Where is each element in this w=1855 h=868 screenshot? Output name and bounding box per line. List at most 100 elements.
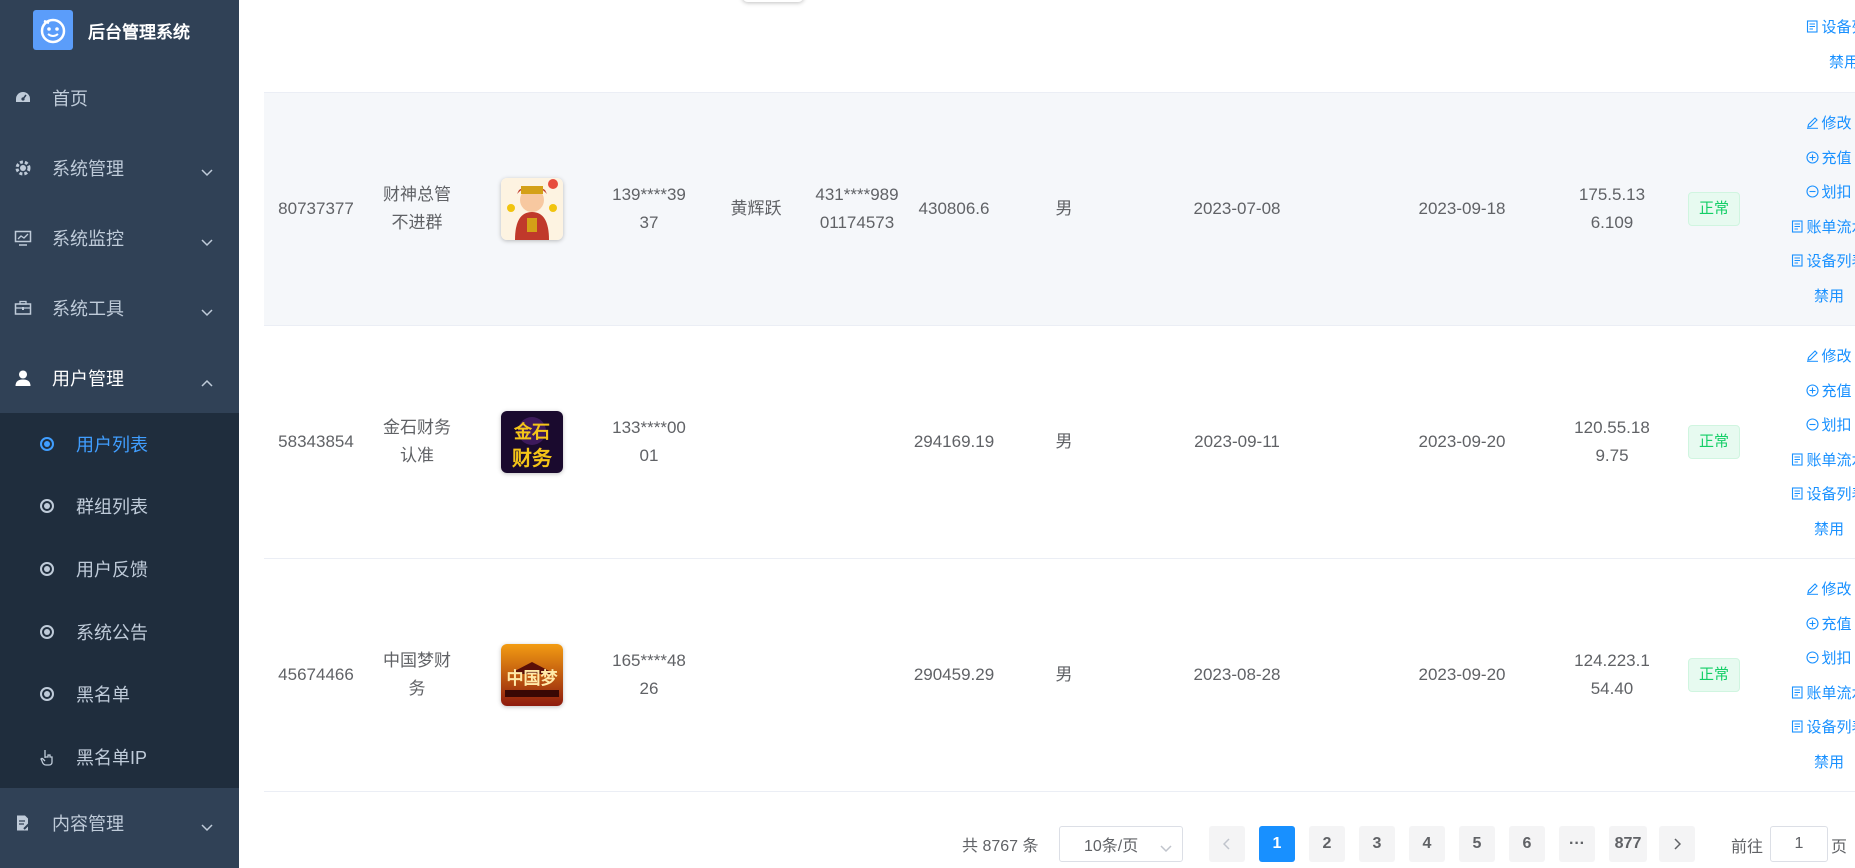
status-cell: 正常 [1669, 326, 1759, 558]
avatar [742, 0, 804, 2]
page-button-2[interactable]: 2 [1309, 826, 1345, 862]
recharge-link[interactable]: 充值 [1806, 140, 1852, 175]
menu-item-home[interactable]: 首页 [0, 63, 239, 133]
chevron-down-icon [201, 816, 213, 837]
bill-flow-link[interactable]: 账单流水 [1791, 675, 1855, 710]
balance: 294169.19 [913, 432, 995, 451]
menu-label: 首页 [52, 89, 88, 109]
page-size-select[interactable]: 10条/页 [1059, 826, 1183, 862]
row-actions: 修改 充值 划扣 账单流水 设备列表 禁用 [1774, 559, 1855, 791]
status-cell: 正常 [1669, 93, 1759, 325]
sidebar-item-blacklist[interactable]: 黑名单 [0, 663, 239, 725]
menu-item-tools[interactable]: 系统工具 [0, 273, 239, 343]
sidebar-item-user-list[interactable]: 用户列表 [0, 413, 239, 475]
document-icon [1792, 453, 1804, 466]
device-list-link[interactable]: 设备列表 [1791, 244, 1855, 279]
radio-dot-icon [40, 562, 54, 576]
sidebar-item-feedback[interactable]: 用户反馈 [0, 538, 239, 600]
recharge-link[interactable]: 充值 [1806, 606, 1852, 641]
avatar[interactable] [501, 178, 563, 240]
document-icon [1792, 720, 1804, 733]
disable-link[interactable]: 禁用 [1814, 278, 1844, 313]
register-date: 2023-09-11 [1194, 432, 1280, 451]
device-list-link[interactable]: 设备列表 [1791, 477, 1855, 512]
goto-page-input[interactable] [1770, 826, 1828, 862]
disable-link[interactable]: 禁用 [1829, 44, 1855, 79]
menu-item-monitor[interactable]: 系统监控 [0, 203, 239, 273]
row-actions: 修改 充值 划扣 账单流水 设备列表 禁用 [1774, 326, 1855, 558]
chevron-up-icon [201, 371, 213, 392]
last-login-date: 2023-09-20 [1418, 665, 1506, 684]
page-button-3[interactable]: 3 [1359, 826, 1395, 862]
logo-icon [33, 10, 73, 50]
deduct-link[interactable]: 划扣 [1806, 407, 1852, 442]
circle-minus-icon [1806, 418, 1820, 431]
row-actions: 修改 充值 划扣 账单流水 设备列表 禁用 [1774, 93, 1855, 325]
table-row: 58343854 金石财务认准 金石 财务 133****0001 294169… [264, 326, 1855, 559]
svg-text:金石: 金石 [513, 421, 550, 443]
user-id: 45674466 [278, 665, 354, 684]
prev-page-button[interactable] [1209, 826, 1245, 862]
document-icon [1792, 220, 1804, 233]
deduct-link[interactable]: 划扣 [1806, 174, 1852, 209]
nickname: 财神总管不进群 [383, 185, 451, 232]
sidebar-item-label: 黑名单 [76, 685, 130, 705]
menu-label: 用户管理 [52, 369, 124, 389]
goto-suffix: 页 [1831, 839, 1848, 856]
disable-link[interactable]: 禁用 [1814, 744, 1844, 779]
real-name [706, 559, 806, 791]
recharge-link[interactable]: 充值 [1806, 373, 1852, 408]
circle-plus-icon [1806, 384, 1820, 397]
edit-icon [1807, 583, 1819, 595]
edit-link[interactable]: 修改 [1806, 571, 1852, 606]
page-button-1[interactable]: 1 [1259, 826, 1295, 862]
status-badge: 正常 [1687, 192, 1740, 226]
menu-item-system[interactable]: 系统管理 [0, 133, 239, 203]
avatar[interactable]: 金石 财务 [501, 411, 563, 473]
avatar[interactable]: 中国梦 [501, 644, 563, 706]
sidebar-item-label: 用户列表 [76, 435, 148, 455]
disable-link[interactable]: 禁用 [1814, 511, 1844, 546]
document-edit-icon [13, 813, 33, 833]
sidebar-item-group-list[interactable]: 群组列表 [0, 475, 239, 537]
id-card: 431****98901174573 [815, 185, 899, 232]
gender: 男 [1055, 199, 1073, 218]
edit-link[interactable]: 修改 [1806, 338, 1852, 373]
radio-dot-icon [40, 499, 54, 513]
phone: 165****4826 [612, 651, 686, 698]
circle-minus-icon [1806, 185, 1820, 198]
edit-link[interactable]: 修改 [1806, 105, 1852, 140]
ip-address: 120.55.189.75 [1574, 418, 1650, 465]
page-ellipsis-button[interactable]: ··· [1559, 826, 1595, 862]
document-icon [1792, 254, 1804, 267]
sidebar-item-label: 用户反馈 [76, 560, 148, 580]
id-card [814, 559, 900, 791]
avatar-caption: 财务 [512, 446, 553, 470]
last-login-date: 2023-09-20 [1418, 432, 1506, 451]
page-button-last[interactable]: 877 [1609, 826, 1647, 862]
page-button-4[interactable]: 4 [1409, 826, 1445, 862]
device-list-link[interactable]: 设备列表 [1806, 9, 1855, 44]
sidebar-item-blacklist-ip[interactable]: 黑名单IP [0, 726, 239, 788]
table-row-partial: 设备列表 禁用 [264, 0, 1855, 93]
user-id: 58343854 [278, 432, 354, 451]
page-button-5[interactable]: 5 [1459, 826, 1495, 862]
page-button-6[interactable]: 6 [1509, 826, 1545, 862]
status-cell: 正常 [1669, 559, 1759, 791]
device-list-link[interactable]: 设备列表 [1791, 710, 1855, 745]
sidebar-item-announcement[interactable]: 系统公告 [0, 601, 239, 663]
bill-flow-link[interactable]: 账单流水 [1791, 209, 1855, 244]
logo[interactable]: 后台管理系统 [0, 0, 239, 60]
deduct-link[interactable]: 划扣 [1806, 640, 1852, 675]
main-content: 设备列表 禁用 80737377 财神总管不进群 [239, 0, 1855, 868]
next-page-button[interactable] [1659, 826, 1695, 862]
ip-address: 175.5.136.109 [1578, 185, 1646, 232]
menu-item-users[interactable]: 用户管理 [0, 343, 239, 413]
bill-flow-link[interactable]: 账单流水 [1791, 442, 1855, 477]
user-icon [13, 368, 33, 388]
menu-item-content[interactable]: 内容管理 [0, 788, 239, 858]
circle-minus-icon [1806, 651, 1820, 664]
sidebar-item-label: 黑名单IP [76, 748, 148, 768]
balance: 290459.29 [913, 665, 995, 684]
status-badge: 正常 [1687, 425, 1740, 459]
